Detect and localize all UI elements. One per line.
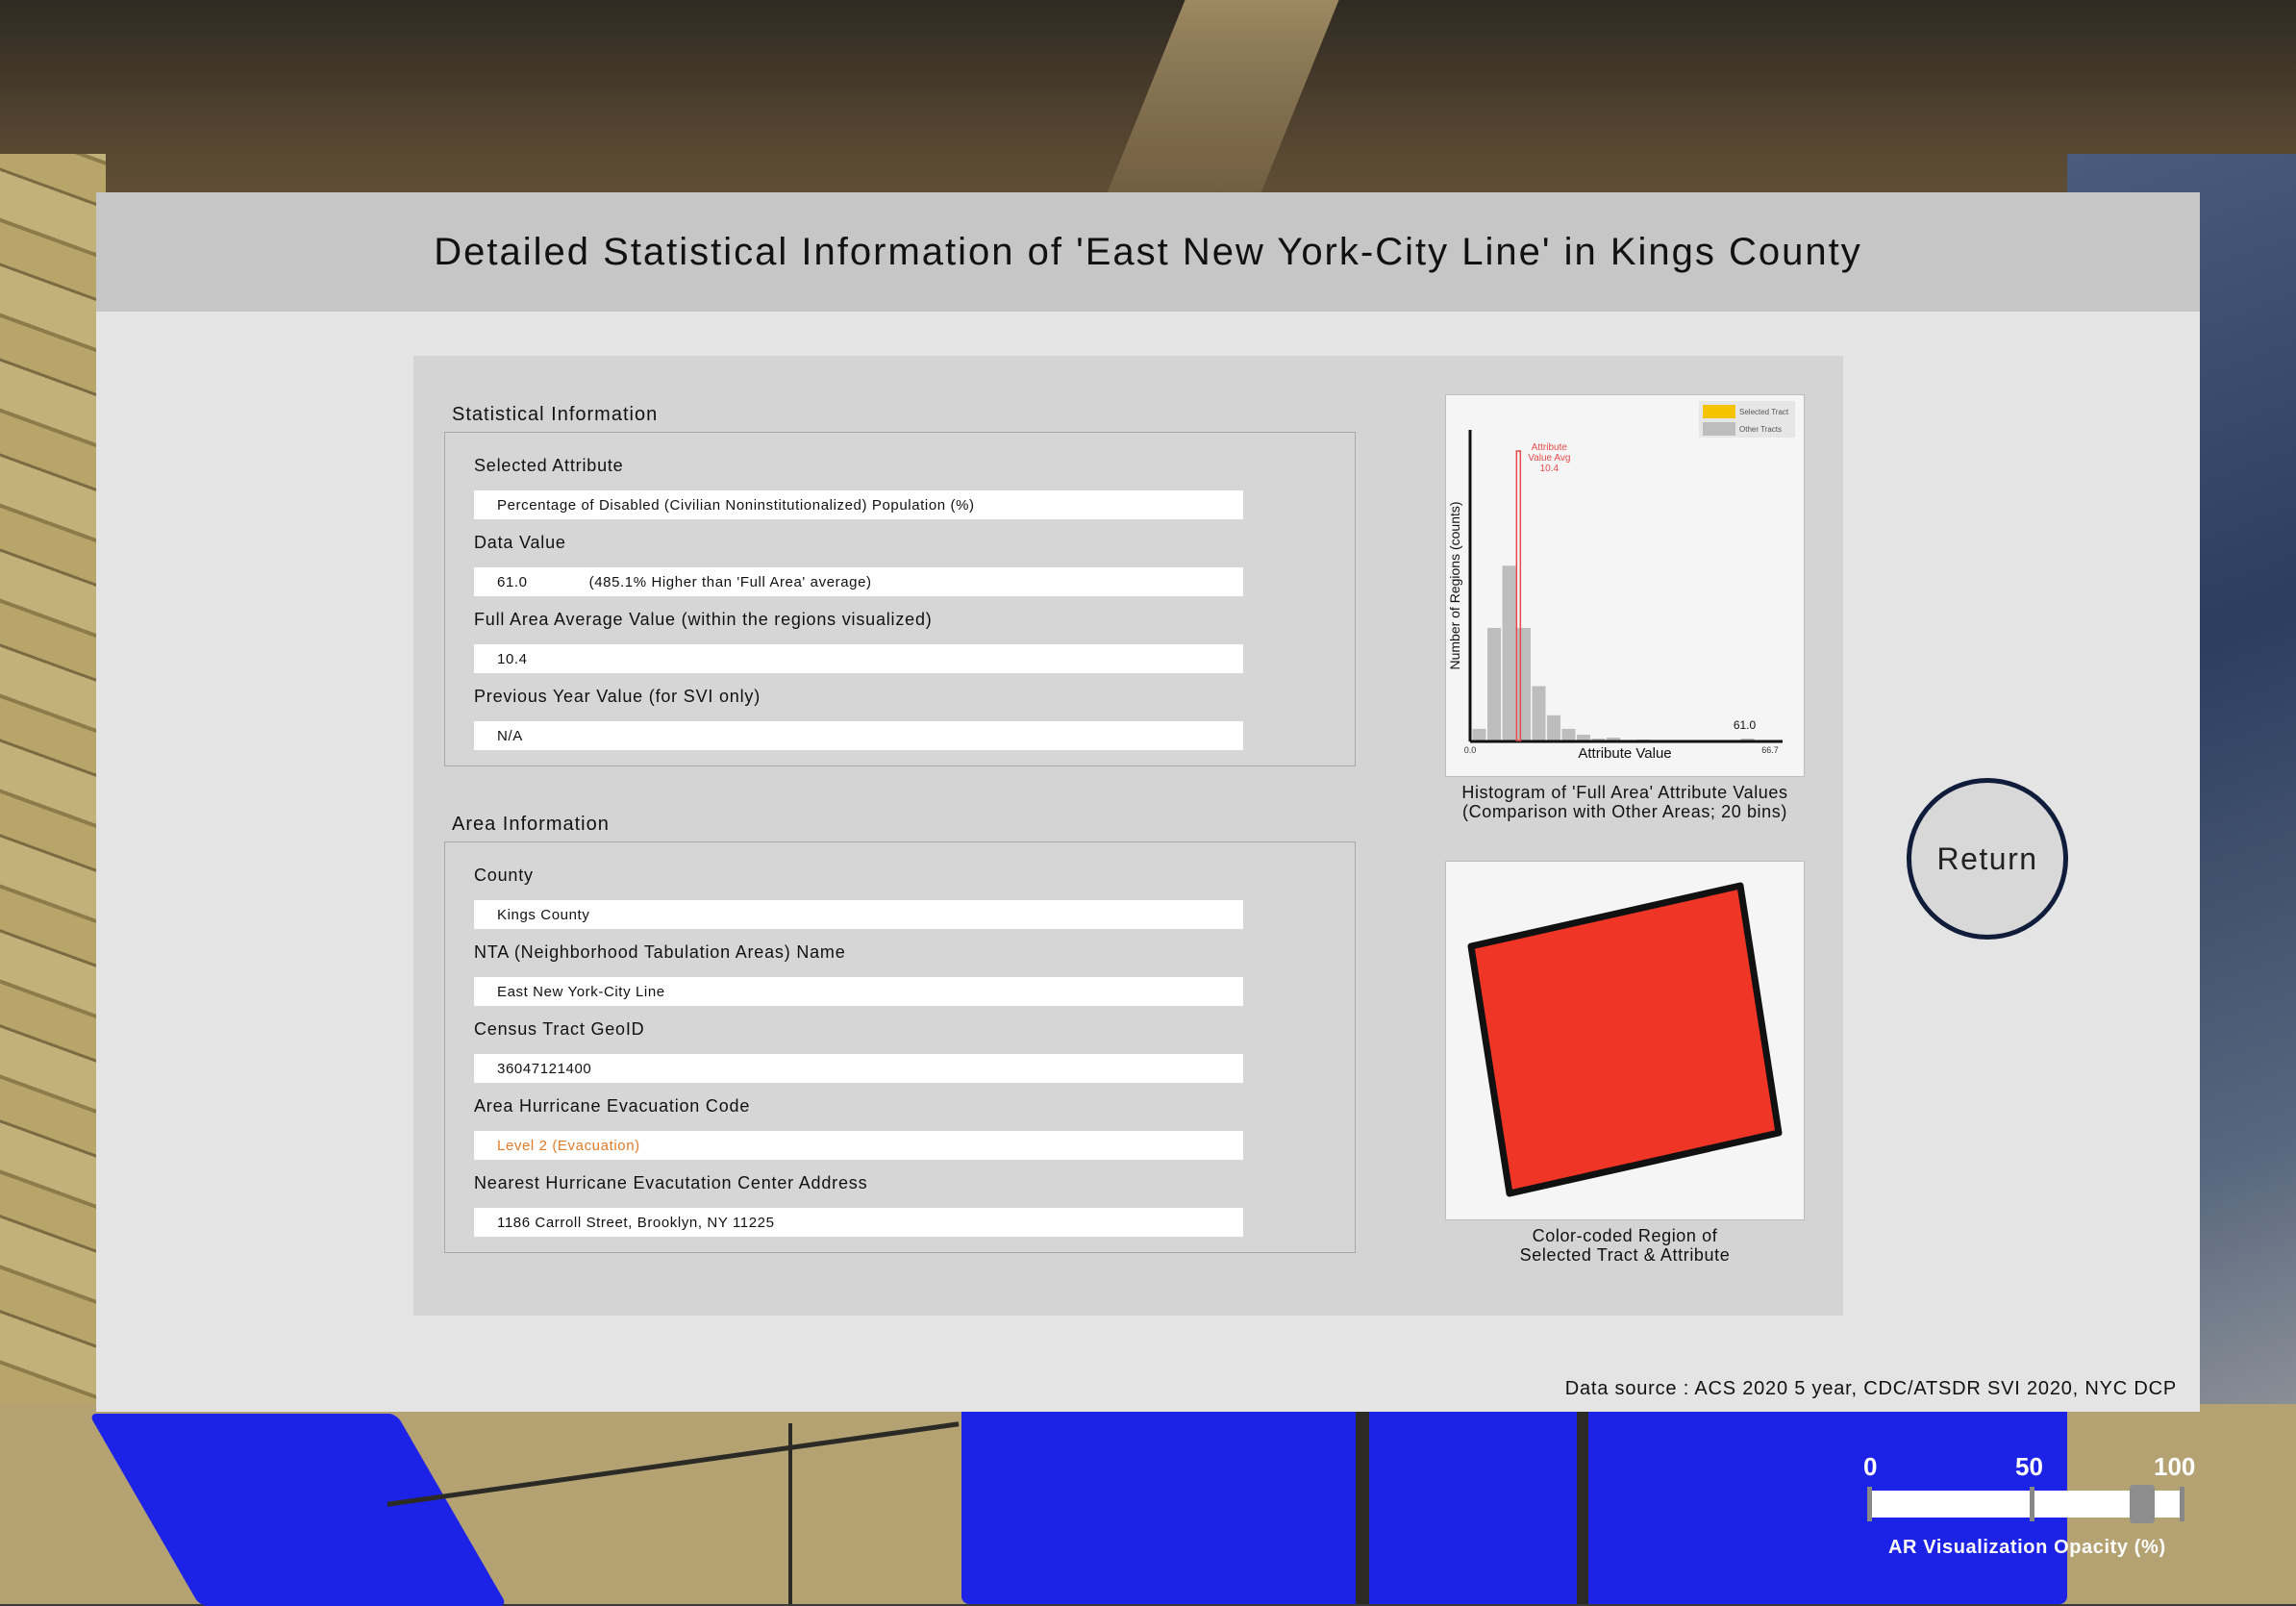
road-line <box>387 1421 960 1507</box>
full-area-average-label: Full Area Average Value (within the regi… <box>474 610 933 629</box>
previous-year-field: N/A <box>474 721 1243 750</box>
legend-swatch <box>1703 422 1735 436</box>
histogram-caption-line: Histogram of 'Full Area' Attribute Value… <box>1461 783 1788 802</box>
water-area <box>88 1414 508 1606</box>
selected-attribute-field: Percentage of Disabled (Civilian Noninst… <box>474 490 1243 519</box>
geoid-field: 36047121400 <box>474 1054 1243 1083</box>
region-svg <box>1467 882 1783 1197</box>
detail-panel: Detailed Statistical Information of 'Eas… <box>96 192 2200 1412</box>
road-line <box>1356 1404 1369 1604</box>
legend-swatch <box>1703 405 1735 418</box>
road-line <box>788 1423 792 1604</box>
selected-value-label: 61.0 <box>1734 718 1757 732</box>
evacuation-code-label: Area Hurricane Evacuation Code <box>474 1096 751 1116</box>
county-label: County <box>474 866 534 885</box>
geoid-label: Census Tract GeoID <box>474 1019 645 1039</box>
legend-label: Other Tracts <box>1739 425 1782 434</box>
slider-tick-0: 0 <box>1863 1452 1878 1481</box>
map-tracts-left <box>0 154 106 1500</box>
full-area-average-field: 10.4 <box>474 644 1243 673</box>
histogram-bar <box>1517 627 1531 740</box>
selected-attribute-label: Selected Attribute <box>474 456 624 475</box>
histogram-bar <box>1561 728 1576 740</box>
histogram-bar <box>1502 565 1516 740</box>
slider-tick-100: 100 <box>2154 1452 2196 1481</box>
histogram-chart: Number of Regions (counts) Attribute Val… <box>1445 394 1805 777</box>
histogram-bar <box>1577 734 1590 740</box>
x-axis-label: Attribute Value <box>1578 745 1671 762</box>
slider-tick-50: 50 <box>2015 1452 2043 1481</box>
selected-attribute-value: Percentage of Disabled (Civilian Noninst… <box>497 496 975 514</box>
histogram-svg: Number of Regions (counts) Attribute Val… <box>1447 401 1795 762</box>
data-source-note: Data source : ACS 2020 5 year, CDC/ATSDR… <box>1564 1378 2177 1399</box>
histogram-bar <box>1532 686 1546 740</box>
county-value: Kings County <box>497 906 590 923</box>
evacuation-center-value: 1186 Carroll Street, Brooklyn, NY 11225 <box>497 1214 775 1231</box>
opacity-slider[interactable]: 0 50 100 AR Visualization Opacity (%) <box>1856 1452 2202 1568</box>
data-value-comparison: (485.1% Higher than 'Full Area' average) <box>588 573 872 590</box>
panel-header: Detailed Statistical Information of 'Eas… <box>96 192 2200 312</box>
histogram-legend: Selected Tract Other Tracts <box>1699 401 1795 438</box>
area-group: County Kings County NTA (Neighborhood Ta… <box>444 841 1356 1253</box>
data-value-field: 61.0 (485.1% Higher than 'Full Area' ave… <box>474 567 1243 596</box>
county-field: Kings County <box>474 900 1243 929</box>
slider-thumb[interactable] <box>2130 1485 2155 1523</box>
nta-name-field: East New York-City Line <box>474 977 1243 1006</box>
average-label: Value Avg <box>1528 453 1570 464</box>
statistical-section-title: Statistical Information <box>452 404 659 425</box>
x-max-tick-label: 66.7 <box>1761 745 1779 755</box>
evacuation-code-value: Level 2 (Evacuation) <box>497 1137 640 1154</box>
page-title: Detailed Statistical Information of 'Eas… <box>434 230 1862 273</box>
tract-region-shape <box>1467 882 1783 1197</box>
legend-label: Selected Tract <box>1739 408 1789 416</box>
previous-year-label: Previous Year Value (for SVI only) <box>474 687 761 706</box>
area-section-title: Area Information <box>452 814 610 835</box>
histogram-caption: Histogram of 'Full Area' Attribute Value… <box>1445 783 1805 821</box>
slider-label: AR Visualization Opacity (%) <box>1888 1537 2166 1558</box>
histogram-bar <box>1472 728 1486 740</box>
data-value-label: Data Value <box>474 533 566 552</box>
average-label: 10.4 <box>1540 464 1560 474</box>
previous-year-value: N/A <box>497 727 523 744</box>
histogram-bar <box>1547 715 1560 740</box>
content-area: Statistical Information Selected Attribu… <box>413 356 1843 1316</box>
nta-name-label: NTA (Neighborhood Tabulation Areas) Name <box>474 942 846 962</box>
slider-mark <box>2030 1487 2034 1521</box>
return-button[interactable]: Return <box>1907 778 2068 940</box>
histogram-caption-line: (Comparison with Other Areas; 20 bins) <box>1462 802 1787 821</box>
full-area-average-value: 10.4 <box>497 650 528 667</box>
evacuation-center-field: 1186 Carroll Street, Brooklyn, NY 11225 <box>474 1208 1243 1237</box>
slider-mark <box>2180 1487 2184 1521</box>
region-preview <box>1445 861 1805 1220</box>
average-label: Attribute <box>1532 442 1568 453</box>
region-caption: Color-coded Region of Selected Tract & A… <box>1445 1226 1805 1265</box>
region-caption-line: Selected Tract & Attribute <box>1519 1245 1731 1265</box>
statistical-group: Selected Attribute Percentage of Disable… <box>444 432 1356 766</box>
data-value-value: 61.0 <box>497 573 528 590</box>
evacuation-center-label: Nearest Hurricane Evacutation Center Add… <box>474 1173 868 1192</box>
y-axis-label: Number of Regions (counts) <box>1447 501 1462 669</box>
region-caption-line: Color-coded Region of <box>1532 1226 1718 1245</box>
slider-mark <box>1867 1487 1872 1521</box>
geoid-value: 36047121400 <box>497 1060 592 1077</box>
nta-name-value: East New York-City Line <box>497 983 665 1000</box>
evacuation-code-field: Level 2 (Evacuation) <box>474 1131 1243 1160</box>
histogram-bar <box>1487 627 1501 740</box>
road-line <box>1577 1404 1588 1604</box>
x-min-tick-label: 0.0 <box>1464 745 1477 755</box>
